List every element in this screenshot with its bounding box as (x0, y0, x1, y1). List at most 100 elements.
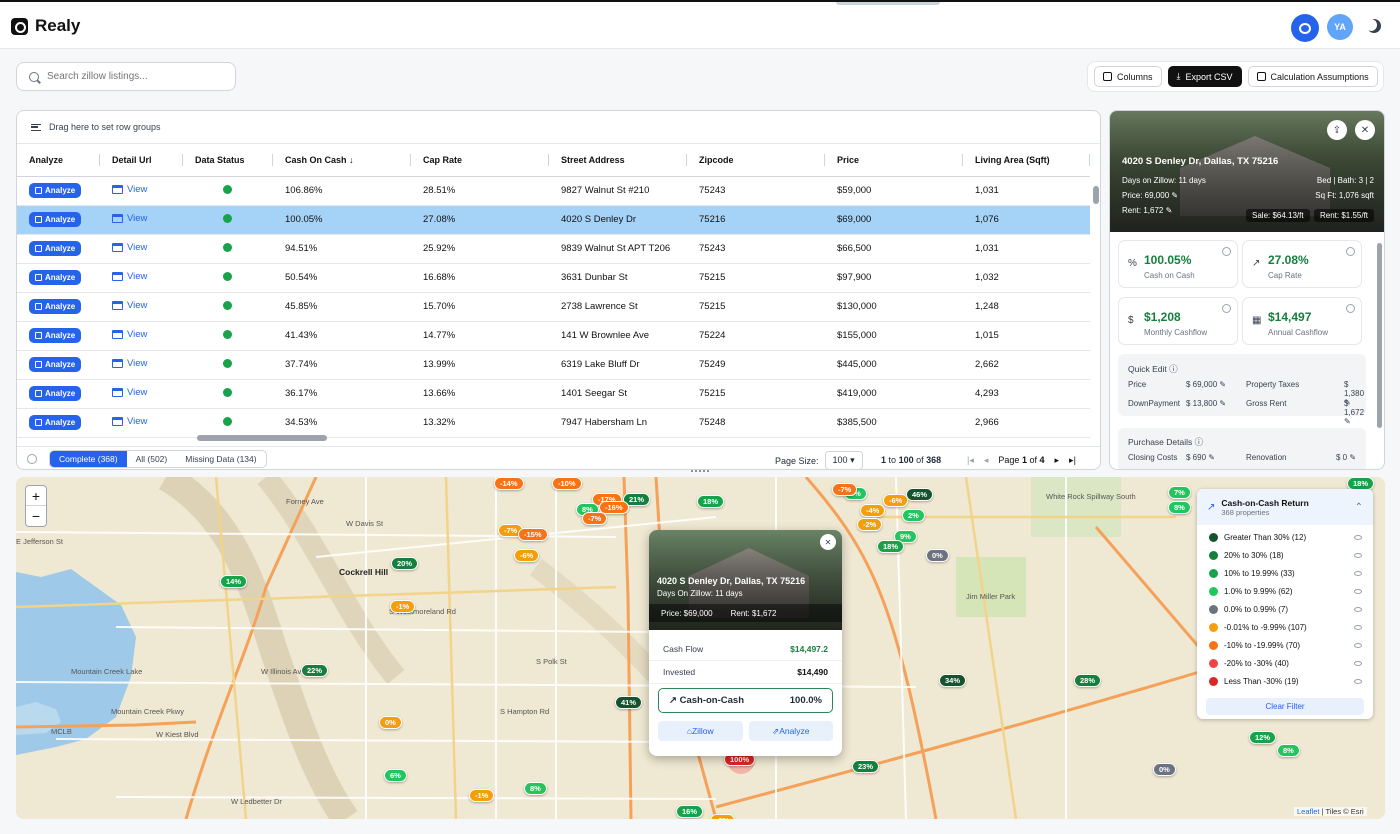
quick-edit-value[interactable]: $ 13,800 ✎ (1186, 399, 1226, 408)
zillow-button[interactable]: ⌂ Zillow (658, 721, 743, 741)
property-marker[interactable]: 46% (906, 488, 934, 501)
quick-edit-value[interactable]: $ 69,000 ✎ (1186, 380, 1226, 389)
leaflet-link[interactable]: Leaflet (1297, 807, 1320, 816)
legend-item[interactable]: -10% to -19.99% (70) (1209, 638, 1362, 652)
help-icon[interactable] (1346, 304, 1355, 313)
vertical-scrollbar[interactable] (1092, 176, 1100, 441)
legend-item[interactable]: 0.0% to 0.99% (7) (1209, 602, 1362, 616)
analyze-button[interactable]: Analyze (29, 386, 82, 401)
search-input[interactable] (47, 71, 217, 82)
property-marker[interactable]: 23% (852, 760, 880, 773)
property-marker[interactable]: -6% (514, 549, 540, 562)
legend-item[interactable]: 1.0% to 9.99% (62) (1209, 584, 1362, 598)
filter-tab[interactable]: All (502) (127, 451, 177, 467)
column-header[interactable]: Zipcode (687, 144, 825, 177)
prev-page-icon[interactable]: ◂ (984, 455, 989, 466)
property-marker[interactable]: 18% (877, 540, 905, 553)
view-link[interactable]: View (112, 416, 147, 427)
detail-scrollbar[interactable] (1376, 233, 1383, 463)
view-link[interactable]: View (112, 184, 147, 195)
scroll-thumb[interactable] (1377, 243, 1382, 428)
property-marker[interactable]: -8% (710, 814, 736, 819)
property-marker[interactable]: 0% (379, 716, 402, 729)
top-drawer-handle[interactable] (836, 2, 940, 5)
property-marker[interactable]: 8% (1168, 501, 1191, 514)
filter-tab[interactable]: Complete (368) (50, 451, 127, 467)
table-row[interactable]: Analyze View 100.05% 27.08% 4020 S Denley Dr… (17, 205, 1090, 235)
visibility-toggle-icon[interactable] (1354, 534, 1362, 540)
property-marker[interactable]: -15% (518, 528, 548, 541)
help-icon[interactable] (1222, 304, 1231, 313)
property-marker[interactable]: 34% (939, 674, 967, 687)
property-marker[interactable]: 41% (615, 696, 643, 709)
legend-item[interactable]: 20% to 30% (18) (1209, 548, 1362, 562)
zoom-in-button[interactable]: + (26, 486, 46, 506)
page-size-select[interactable]: 100 ▾ (824, 451, 863, 469)
analyze-button[interactable]: Analyze (29, 328, 82, 343)
column-header[interactable]: Price (825, 144, 963, 177)
analyze-button[interactable]: Analyze (29, 357, 82, 372)
analyze-button[interactable]: Analyze (29, 212, 82, 227)
property-marker[interactable]: -6% (883, 494, 909, 507)
table-row[interactable]: Analyze View 94.51% 25.92% 9839 Walnut St AP… (17, 234, 1090, 264)
analyze-button[interactable]: Analyze (29, 183, 82, 198)
help-icon[interactable] (1222, 247, 1231, 256)
column-header[interactable]: Cap Rate (411, 144, 549, 177)
share-icon[interactable]: ⇪ (1327, 120, 1347, 140)
purchase-value[interactable]: $ 0 ✎ (1336, 453, 1356, 462)
row-group-dropzone[interactable]: Drag here to set row groups (17, 111, 1100, 144)
analyze-button[interactable]: Analyze (29, 241, 82, 256)
horizontal-scrollbar[interactable] (17, 433, 1090, 443)
property-marker[interactable]: 8% (1277, 744, 1300, 757)
view-link[interactable]: View (112, 242, 147, 253)
legend-item[interactable]: 10% to 19.99% (33) (1209, 566, 1362, 580)
property-marker[interactable]: -10% (552, 477, 582, 490)
property-marker[interactable]: 18% (697, 495, 725, 508)
analyze-button[interactable]: Analyze (29, 415, 82, 430)
visibility-toggle-icon[interactable] (1354, 588, 1362, 594)
visibility-toggle-icon[interactable] (1354, 552, 1362, 558)
resize-handle[interactable] (690, 470, 710, 476)
view-link[interactable]: View (112, 329, 147, 340)
property-marker[interactable]: -1% (469, 789, 495, 802)
collapse-chevron-icon[interactable]: ⌃ (1355, 502, 1363, 513)
property-marker[interactable]: -14% (494, 477, 524, 490)
zoom-out-button[interactable]: − (26, 506, 46, 526)
view-link[interactable]: View (112, 213, 147, 224)
map-view[interactable]: + − Cockrell Hill Mountain Creek Lake Whit… (16, 477, 1385, 819)
quick-edit-value[interactable]: $ 1,672 ✎ (1344, 399, 1366, 426)
app-logo[interactable]: Realy (11, 16, 80, 36)
search-box[interactable] (16, 62, 236, 91)
property-marker[interactable]: 28% (1074, 674, 1102, 687)
table-row[interactable]: Analyze View 41.43% 14.77% 141 W Brownlee Av… (17, 321, 1090, 351)
visibility-toggle-icon[interactable] (1354, 624, 1362, 630)
property-marker[interactable]: 8% (524, 782, 547, 795)
property-marker[interactable]: 0% (926, 549, 949, 562)
legend-header[interactable]: ↗ Cash-on-Cash Return 368 properties ⌃ (1197, 489, 1373, 525)
first-page-icon[interactable]: |◂ (967, 455, 974, 466)
legend-item[interactable]: -0.01% to -9.99% (107) (1209, 620, 1362, 634)
chat-button[interactable] (1291, 14, 1319, 42)
property-marker[interactable]: 7% (1168, 486, 1191, 499)
column-header[interactable]: Analyze (17, 144, 100, 177)
visibility-toggle-icon[interactable] (1354, 660, 1362, 666)
export-csv-button[interactable]: ⤓ Export CSV (1167, 66, 1242, 87)
view-link[interactable]: View (112, 358, 147, 369)
close-icon[interactable]: ✕ (1355, 120, 1375, 140)
legend-item[interactable]: Less Than -30% (19) (1209, 674, 1362, 688)
popup-close-icon[interactable]: ✕ (820, 534, 836, 550)
analyze-button[interactable]: Analyze (29, 270, 82, 285)
property-marker[interactable]: 12% (1249, 731, 1277, 744)
analyze-button[interactable]: ⇗ Analyze (748, 721, 833, 741)
analyze-button[interactable]: Analyze (29, 299, 82, 314)
column-header[interactable]: Detail Url (100, 144, 183, 177)
visibility-toggle-icon[interactable] (1354, 570, 1362, 576)
property-marker[interactable]: -7% (582, 512, 608, 525)
property-marker[interactable]: 16% (676, 805, 704, 818)
help-icon[interactable] (1346, 247, 1355, 256)
table-row[interactable]: Analyze View 106.86% 28.51% 9827 Walnut St #… (17, 176, 1090, 206)
property-marker[interactable]: 20% (391, 557, 419, 570)
property-marker[interactable]: 6% (384, 769, 407, 782)
detail-price[interactable]: Price: 69,000 ✎ (1122, 191, 1178, 200)
help-icon[interactable] (27, 454, 37, 464)
